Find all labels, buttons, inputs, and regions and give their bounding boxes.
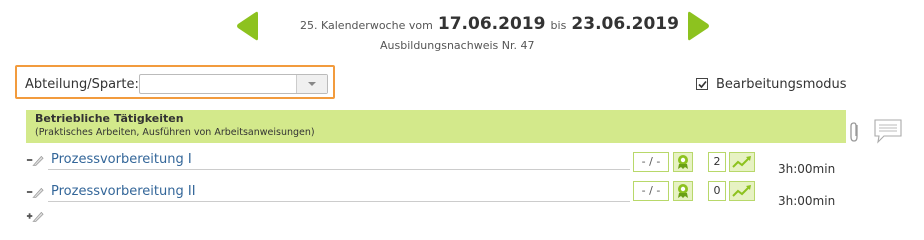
comment-icon (874, 119, 902, 144)
activity-link[interactable]: Prozessvorbereitung II (51, 184, 196, 199)
edit-mode-label: Bearbeitungsmodus (716, 77, 847, 92)
rating-button[interactable] (673, 152, 693, 172)
entry-count: 0 (708, 181, 726, 201)
week-between: bis (550, 19, 567, 32)
activity-section-header: Betriebliche Tätigkeiten (Praktisches Ar… (26, 110, 846, 143)
activity-subtitle: (Praktisches Arbeiten, Ausführen von Arb… (35, 127, 315, 138)
plus-pencil-icon (26, 211, 44, 222)
week-end-date: 23.06.2019 (571, 14, 679, 34)
next-week-button[interactable] (684, 10, 712, 41)
row-divider (48, 201, 630, 202)
grade-field[interactable]: - / - (633, 152, 669, 172)
week-range: 25. Kalenderwoche vom 17.06.2019 bis 23.… (300, 14, 679, 34)
remove-row-button[interactable] (26, 184, 44, 203)
activity-link[interactable]: Prozessvorbereitung I (51, 152, 192, 167)
paperclip-icon (850, 122, 858, 142)
report-number: Ausbildungsnachweis Nr. 47 (380, 39, 535, 52)
week-start-date: 17.06.2019 (437, 14, 546, 34)
grade-field[interactable]: - / - (633, 181, 669, 201)
row-divider (48, 169, 630, 170)
comment-button[interactable] (873, 118, 903, 148)
arrow-left-icon (237, 11, 258, 41)
rating-button[interactable] (673, 181, 693, 201)
department-select[interactable] (139, 74, 328, 94)
department-filter: Abteilung/Sparte: (15, 65, 335, 99)
arrow-right-icon (688, 11, 709, 41)
badge-icon (678, 184, 688, 198)
progress-button[interactable] (729, 181, 755, 201)
badge-icon (678, 155, 688, 169)
week-prefix: 25. Kalenderwoche vom (300, 19, 433, 32)
remove-row-button[interactable] (26, 152, 44, 171)
edit-mode-checkbox[interactable] (696, 78, 708, 90)
duration: 3h:00min (778, 162, 836, 176)
department-label: Abteilung/Sparte: (25, 77, 139, 92)
minus-pencil-icon (26, 155, 44, 166)
attachment-button[interactable] (848, 120, 862, 148)
chevron-down-icon (308, 82, 316, 86)
entry-count: 2 (708, 152, 726, 172)
duration: 3h:00min (778, 194, 836, 208)
activity-title: Betriebliche Tätigkeiten (35, 112, 184, 125)
progress-button[interactable] (729, 152, 755, 172)
trend-chart-icon (732, 185, 751, 197)
trend-chart-icon (732, 156, 751, 168)
checkmark-icon (698, 80, 707, 89)
minus-pencil-icon (26, 187, 44, 198)
dropdown-button[interactable] (296, 75, 327, 93)
add-row-button[interactable] (26, 208, 44, 227)
previous-week-button[interactable] (234, 10, 262, 41)
